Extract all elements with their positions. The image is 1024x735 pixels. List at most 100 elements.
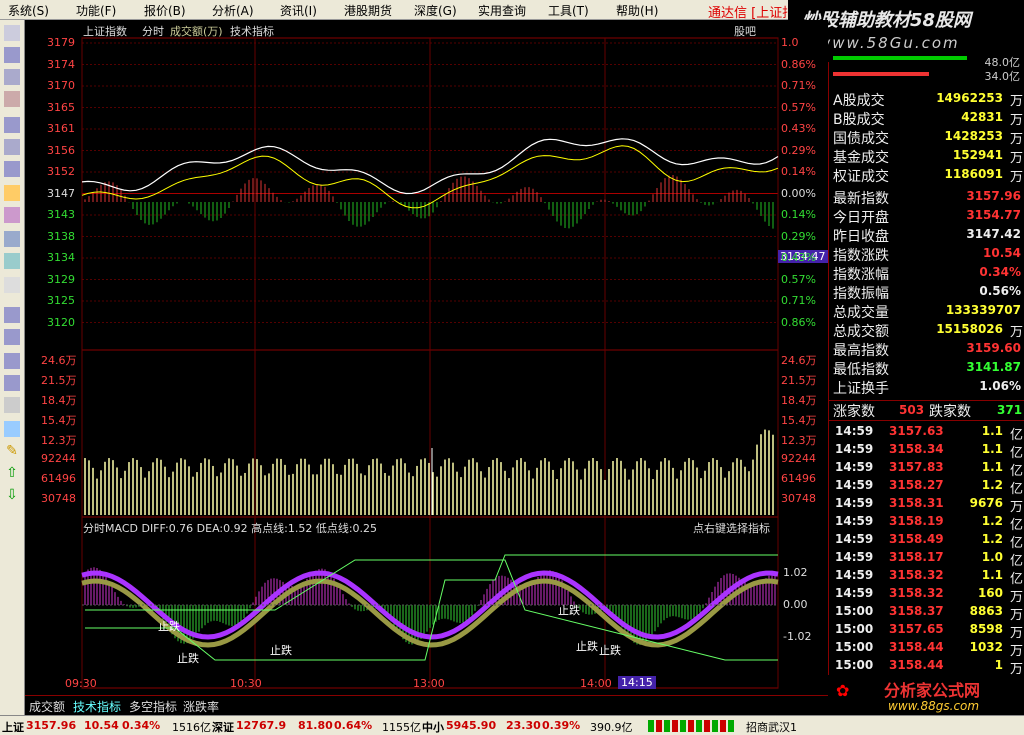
quote-row: 最新指数 3157.96	[829, 188, 1024, 207]
tab-turnover[interactable]: 成交额(万)	[170, 23, 223, 39]
up-count: 503	[899, 403, 925, 417]
tick-volume: 1.1	[981, 460, 1003, 474]
menu-hk-futures[interactable]: 港股期货	[344, 2, 392, 19]
line-chart-icon[interactable]	[4, 69, 20, 85]
tick-volume: 1	[994, 658, 1003, 672]
tick-row: 15:00 3158.44 1032 万	[829, 640, 1024, 659]
etf-icon[interactable]	[4, 277, 20, 293]
price-tick-left: 3152	[47, 165, 75, 178]
tick-volume: 9676	[969, 496, 1003, 510]
quote-row: 最高指数 3159.60	[829, 340, 1024, 359]
status-zx-label: 中小	[422, 721, 444, 734]
table-icon[interactable]	[4, 117, 20, 133]
stop-fall-label: 止跌	[558, 604, 580, 617]
menu-news[interactable]: 资讯(I)	[280, 2, 317, 19]
tab-indicator[interactable]: 技术指标	[230, 23, 274, 39]
kline-icon[interactable]	[4, 91, 20, 107]
status-broker[interactable]: 招商武汉1	[746, 719, 797, 735]
menu-analysis[interactable]: 分析(A)	[212, 2, 254, 19]
status-zx-amt: 390.9亿	[590, 721, 633, 734]
tab-turnover-bottom[interactable]: 成交额	[29, 698, 65, 715]
menu-function[interactable]: 功能(F)	[76, 2, 116, 19]
stat-unit: 万	[1009, 94, 1023, 109]
stat-row: 国债成交 1428253 万	[829, 128, 1024, 147]
price-tick-right: 0.14%	[781, 165, 816, 178]
quote-label: 最新指数	[833, 191, 889, 207]
quote-label: 总成交量	[833, 305, 889, 321]
chart-b-icon[interactable]	[4, 329, 20, 345]
tick-price: 3158.37	[889, 604, 944, 618]
volume-tick-right: 15.4万	[781, 414, 817, 427]
menu-help[interactable]: 帮助(H)	[616, 2, 658, 19]
volume-tick-left: 18.4万	[41, 394, 77, 407]
chart-d-icon[interactable]	[4, 375, 20, 391]
quote-label: 指数涨跌	[833, 248, 889, 264]
quote-value: 0.34%	[979, 265, 1021, 279]
tick-unit: 亿	[1009, 428, 1023, 443]
price-tick-right: 0.71%	[781, 79, 816, 92]
tick-row: 14:59 3158.27 1.2 亿	[829, 478, 1024, 497]
list-icon[interactable]	[4, 139, 20, 155]
stat-value: 14962253	[936, 91, 1003, 105]
report-icon[interactable]	[4, 25, 20, 41]
menu-depth[interactable]: 深度(G)	[414, 2, 457, 19]
users-icon[interactable]	[4, 207, 20, 223]
arrow-up-icon[interactable]: ⇧	[4, 465, 20, 481]
tick-row: 14:59 3158.49 1.2 亿	[829, 532, 1024, 551]
tab-advance-bottom[interactable]: 涨跌率	[183, 698, 219, 715]
tick-unit: 万	[1009, 590, 1023, 605]
tick-unit: 万	[1009, 626, 1023, 641]
menu-quote[interactable]: 报价(B)	[144, 2, 186, 19]
status-sz-label: 深证	[212, 721, 234, 734]
tick-row: 15:00 3158.44 1 万	[829, 658, 1024, 677]
stop-fall-label: 止跌	[270, 644, 292, 657]
intraday-chart[interactable]: 上证指数 分时 成交额(万) 技术指标 股吧 分时MACD DIFF:0.76 …	[25, 20, 828, 715]
tick-volume: 1.1	[981, 424, 1003, 438]
menu-query[interactable]: 实用查询	[478, 2, 526, 19]
tick-time: 14:59	[835, 442, 874, 456]
volume-tick-left: 61496	[41, 472, 76, 485]
menu-tools[interactable]: 工具(T)	[548, 2, 589, 19]
zoom-icon[interactable]	[4, 231, 20, 247]
tick-row: 14:59 3158.31 9676 万	[829, 496, 1024, 515]
volume-tick-left: 15.4万	[41, 414, 77, 427]
percent-icon[interactable]	[4, 397, 20, 413]
page-icon[interactable]	[4, 161, 20, 177]
tick-price: 3158.34	[889, 442, 944, 456]
tick-row: 14:59 3157.63 1.1 亿	[829, 424, 1024, 443]
status-sz-amt: 1155亿	[382, 721, 421, 734]
price-tick-left: 3134	[47, 251, 75, 264]
export-icon[interactable]	[4, 421, 20, 437]
tick-price: 3158.31	[889, 496, 944, 510]
tick-price: 3158.32	[889, 586, 944, 600]
stat-unit: 万	[1009, 132, 1023, 147]
tick-time: 14:59	[835, 460, 874, 474]
volume-tick-left: 21.5万	[41, 374, 77, 387]
tab-intraday[interactable]: 分时	[142, 23, 164, 39]
price-tick-left: 3170	[47, 79, 75, 92]
tick-unit: 亿	[1009, 464, 1023, 479]
pencil-icon[interactable]: ✎	[4, 443, 20, 459]
chart-c-icon[interactable]	[4, 353, 20, 369]
chart-a-icon[interactable]	[4, 307, 20, 323]
arrow-down-icon[interactable]: ⇩	[4, 487, 20, 503]
grid-icon[interactable]	[4, 47, 20, 63]
guba-button[interactable]: 股吧	[734, 23, 756, 39]
tick-row: 14:59 3158.34 1.1 亿	[829, 442, 1024, 461]
tick-volume: 1.0	[981, 550, 1003, 564]
quote-row: 今日开盘 3154.77	[829, 207, 1024, 226]
quote-label: 最低指数	[833, 362, 889, 378]
status-zx-pct: 0.39%	[542, 719, 581, 732]
menu-system[interactable]: 系统(S)	[8, 2, 49, 19]
macd-tick: 0.00	[783, 598, 808, 611]
tick-price: 3157.83	[889, 460, 944, 474]
time-marker: 14:15	[618, 676, 656, 689]
folder-icon[interactable]	[4, 185, 20, 201]
search-icon[interactable]	[4, 253, 20, 269]
volume-tick-left: 24.6万	[41, 354, 77, 367]
tick-row: 15:00 3157.65 8598 万	[829, 622, 1024, 641]
tab-longshort-bottom[interactable]: 多空指标	[129, 698, 177, 715]
tab-technical-bottom[interactable]: 技术指标	[73, 698, 121, 715]
tick-price: 3157.63	[889, 424, 944, 438]
price-tick-left: 3125	[47, 294, 75, 307]
